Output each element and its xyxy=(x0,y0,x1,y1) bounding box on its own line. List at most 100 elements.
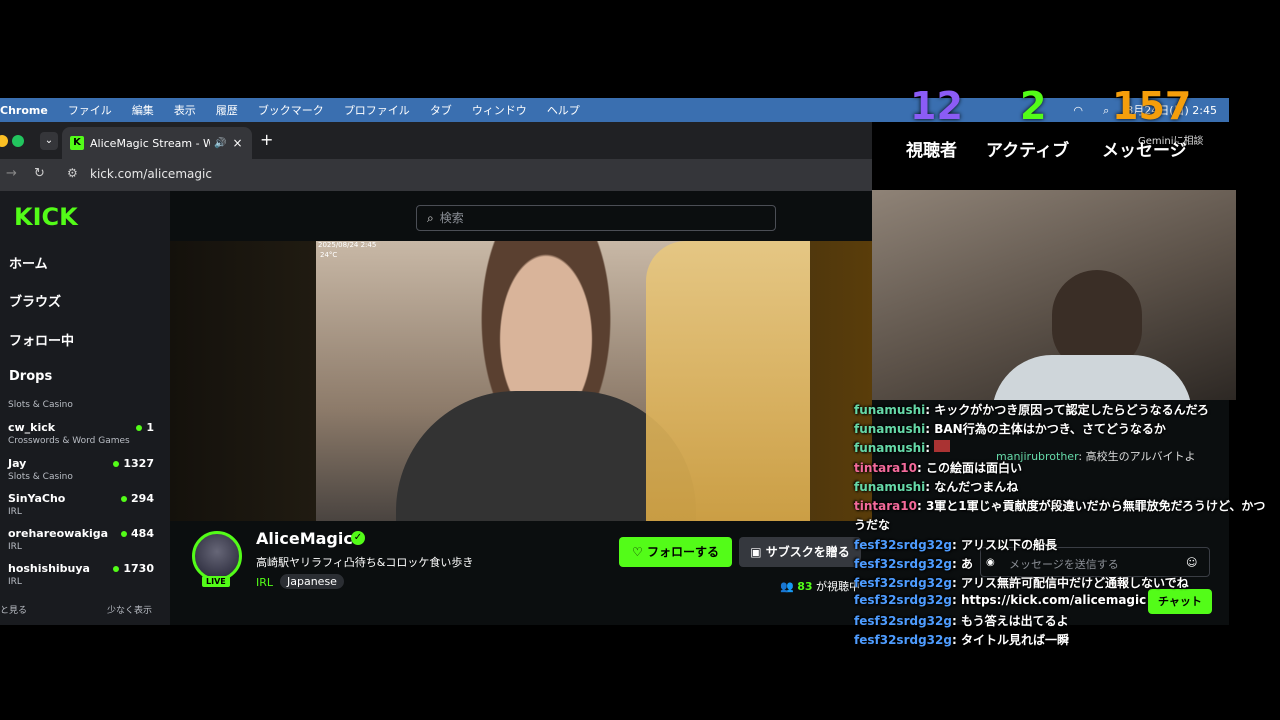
menu-file[interactable]: ファイル xyxy=(68,102,112,118)
chat-text: うだな xyxy=(854,518,891,532)
chat-message: funamushi: BAN行為の主体はかつき、さてどうなるか xyxy=(854,422,1166,436)
wifi-icon[interactable]: ◠ xyxy=(1070,104,1086,117)
stat-active-label: アクティブ xyxy=(986,141,1070,161)
stream-title: 高崎駅ヤリラフィ凸待ち&コロッケ食い歩き xyxy=(256,556,474,569)
chat-text: あ xyxy=(960,557,973,571)
stream-category[interactable]: IRL xyxy=(256,576,273,589)
forward-icon[interactable]: → xyxy=(6,166,17,181)
chat-username[interactable]: fesf32srdg32g xyxy=(854,614,952,628)
chat-username[interactable]: fesf32srdg32g xyxy=(854,633,952,647)
chat-username[interactable]: funamushi xyxy=(854,403,925,417)
kick-page: KICK ホーム ブラウズ フォロー中 Drops Slots & Casino… xyxy=(0,191,872,625)
menu-window[interactable]: ウィンドウ xyxy=(472,102,527,118)
channel-viewers: 294 xyxy=(121,492,154,505)
chat-username[interactable]: tintara10 xyxy=(854,461,917,475)
zoom-button[interactable] xyxy=(12,135,24,147)
menu-history[interactable]: 履歴 xyxy=(216,102,238,118)
chat-message: fesf32srdg32g: もう答えは出てるよ xyxy=(854,614,1069,628)
heart-icon: ♡ xyxy=(632,545,647,559)
channel-item[interactable]: Slots & Casino xyxy=(8,400,158,410)
reload-icon[interactable]: ↻ xyxy=(34,166,45,181)
menu-app[interactable]: Chrome xyxy=(0,104,48,117)
channel-viewers: 1 xyxy=(136,421,154,434)
chat-send-button[interactable]: チャット xyxy=(1148,589,1212,614)
chat-username[interactable]: funamushi xyxy=(854,441,925,455)
chat-text: もう答えは出てるよ xyxy=(960,614,1069,628)
streamer-name[interactable]: AliceMagic xyxy=(256,529,353,548)
chat-message: tintara10: 3軍と1軍じゃ貢献度が段違いだから無罪放免だろうけど、かつ xyxy=(854,499,1266,513)
follow-label: フォローする xyxy=(646,545,719,559)
chat-username[interactable]: fesf32srdg32g xyxy=(854,557,952,571)
site-settings-icon[interactable]: ⚙ xyxy=(67,166,78,180)
chat-text: この絵面は面白い xyxy=(925,461,1022,475)
kick-logo[interactable]: KICK xyxy=(14,203,78,231)
channel-category: IRL xyxy=(8,507,22,517)
active-tab[interactable]: K AliceMagic Stream - Wato 🔊 × xyxy=(62,127,252,159)
chat-text: https://kick.com/alicemagic xyxy=(960,593,1147,607)
emoji-icon[interactable]: ☺ xyxy=(1186,556,1197,569)
stat-viewers-value: 12 xyxy=(910,84,963,128)
gift-label: サブスクを贈る xyxy=(765,545,850,559)
sidebar: KICK ホーム ブラウズ フォロー中 Drops Slots & Casino… xyxy=(0,191,170,625)
tab-list-icon[interactable]: ⌄ xyxy=(40,132,58,150)
channel-item[interactable]: SinYaCho IRL 294 xyxy=(8,492,158,517)
chat-message: funamushi: キックがかつき原因って認定したらどうなるんだろ xyxy=(854,403,1209,417)
channel-item[interactable]: Jay Slots & Casino 1327 xyxy=(8,457,158,482)
chat-text: なんだつまんね xyxy=(934,480,1019,494)
show-less-link[interactable]: 少なく表示 xyxy=(107,603,152,616)
follow-button[interactable]: ♡ フォローする xyxy=(619,537,732,567)
menu-profile[interactable]: プロファイル xyxy=(344,102,410,118)
channel-viewers: 1730 xyxy=(113,562,154,575)
nav-home[interactable]: ホーム xyxy=(9,253,48,272)
chat-message-cont: うだな xyxy=(854,516,890,533)
video-frame[interactable]: 2025/08/24 2:45 24°C xyxy=(316,241,810,521)
nav-following[interactable]: フォロー中 xyxy=(9,330,74,349)
nav-browse[interactable]: ブラウズ xyxy=(9,291,61,310)
chat-username[interactable]: funamushi xyxy=(854,480,925,494)
search-input[interactable]: ⌕ 検索 xyxy=(416,205,776,231)
chat-text: タイトル見れば一瞬 xyxy=(960,633,1069,647)
chat-bg-message: manjirubrother: 高校生のアルバイトよ xyxy=(996,450,1196,463)
audio-icon[interactable]: 🔊 xyxy=(214,138,226,149)
chat-placeholder: メッセージを送信する xyxy=(1009,558,1119,571)
channel-item[interactable]: hoshishibuya IRL 1730 xyxy=(8,562,158,587)
chat-username[interactable]: fesf32srdg32g xyxy=(854,576,952,590)
chat-username[interactable]: fesf32srdg32g xyxy=(854,538,952,552)
menu-edit[interactable]: 編集 xyxy=(132,102,154,118)
channel-viewers: 1327 xyxy=(113,457,154,470)
chat-text: 3軍と1軍じゃ貢献度が段違いだから無罪放免だろうけど、かつ xyxy=(925,499,1266,513)
avatar[interactable] xyxy=(192,531,242,581)
menu-bookmarks[interactable]: ブックマーク xyxy=(258,102,324,118)
webcam-overlay xyxy=(872,190,1236,400)
chat-message: funamushi: xyxy=(854,440,951,455)
menu-view[interactable]: 表示 xyxy=(174,102,196,118)
show-more-link[interactable]: と見る xyxy=(0,603,27,616)
channel-category: Slots & Casino xyxy=(8,400,73,410)
channel-category: Slots & Casino xyxy=(8,472,73,482)
tab-close-icon[interactable]: × xyxy=(232,136,242,150)
minimize-button[interactable] xyxy=(0,135,8,147)
nav-drops[interactable]: Drops xyxy=(9,369,52,384)
live-badge: LIVE xyxy=(202,576,230,587)
channel-item[interactable]: cw_kick Crosswords & Word Games 1 xyxy=(8,421,158,446)
search-placeholder: 検索 xyxy=(439,211,464,225)
language-tag[interactable]: Japanese xyxy=(280,574,344,589)
menu-help[interactable]: ヘルプ xyxy=(547,102,580,118)
chat-username[interactable]: tintara10 xyxy=(854,499,917,513)
new-tab-icon[interactable]: + xyxy=(260,130,273,149)
verified-icon: ✓ xyxy=(351,531,365,545)
stat-messages-label: メッセージ xyxy=(1102,141,1187,161)
stat-viewers-label: 視聴者 xyxy=(906,141,957,161)
radio-icon[interactable]: ◉ xyxy=(986,557,995,568)
stream-info: LIVE AliceMagic ✓ 高崎駅ヤリラフィ凸待ち&コロッケ食い歩き I… xyxy=(170,521,872,625)
url-field[interactable]: kick.com/alicemagic xyxy=(90,167,212,181)
overlay-weather: 24°C xyxy=(320,251,338,259)
chat-message: fesf32srdg32g: タイトル見れば一瞬 xyxy=(854,633,1069,647)
chat-username[interactable]: fesf32srdg32g xyxy=(854,593,952,607)
channel-item[interactable]: orehareowakiga IRL 484 xyxy=(8,527,158,552)
chat-username[interactable]: funamushi xyxy=(854,422,925,436)
menu-tab[interactable]: タブ xyxy=(430,102,452,118)
gift-sub-button[interactable]: ▣ サブスクを贈る xyxy=(739,537,861,567)
gift-icon: ▣ xyxy=(750,545,766,559)
emote-icon xyxy=(934,440,951,452)
